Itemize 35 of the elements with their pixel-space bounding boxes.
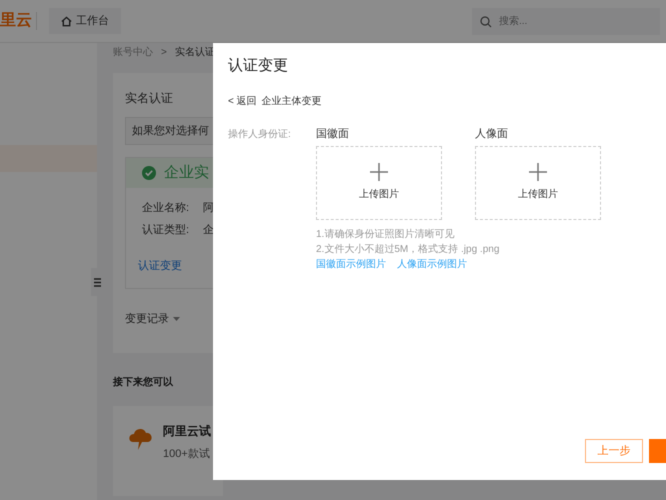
dialog-title: 认证变更 [228, 56, 289, 76]
field-label: 认证类型: [142, 222, 190, 238]
status-text: 企业实 [164, 162, 209, 183]
product-title: 阿里云试 [163, 423, 211, 440]
product-card[interactable]: 阿里云试 100+款试 [113, 406, 223, 496]
hint-text: 2.文件大小不超过5M，格式支持 .jpg .png [316, 242, 500, 256]
back-link[interactable]: < 返回 [228, 94, 257, 108]
home-icon [61, 16, 72, 26]
search-field[interactable]: 搜索... [472, 8, 660, 34]
field-label: 企业名称: [142, 201, 190, 216]
upload-heading: 人像面 [475, 126, 509, 140]
logo: 里云 [0, 11, 33, 31]
collapse-handle[interactable] [91, 268, 103, 296]
field-value: 阿 [203, 201, 214, 216]
caret-icon [173, 317, 180, 322]
dialog-subtitle: 企业主体变更 [262, 94, 322, 108]
example-link[interactable]: 国徽面示例图片 [316, 258, 386, 270]
upload-heading: 国徽面 [316, 126, 350, 140]
product-subtitle: 100+款试 [163, 447, 211, 462]
menu-icon [94, 278, 100, 286]
upload-area[interactable]: 上传图片 [475, 146, 601, 220]
search-icon [480, 16, 492, 28]
previous-button[interactable]: 上一步 [585, 439, 643, 463]
plus-icon [529, 163, 547, 181]
history-dropdown[interactable]: 变更记录 [125, 311, 180, 328]
card-title: 实名认证 [125, 90, 173, 107]
plus-icon [370, 163, 388, 181]
field-value: 企 [203, 222, 214, 238]
breadcrumb-link[interactable]: 账号中心 [113, 44, 153, 60]
upload-area[interactable]: 上传图片 [316, 146, 442, 220]
hint-text: 1.请确保身份证照图片清晰可见 [316, 228, 456, 240]
section-title: 接下来您可以 [113, 376, 174, 390]
example-link[interactable]: 人像面示例图片 [397, 258, 467, 270]
workbench-button[interactable]: 工作台 [49, 8, 121, 34]
breadcrumb-separator: > [161, 46, 167, 60]
